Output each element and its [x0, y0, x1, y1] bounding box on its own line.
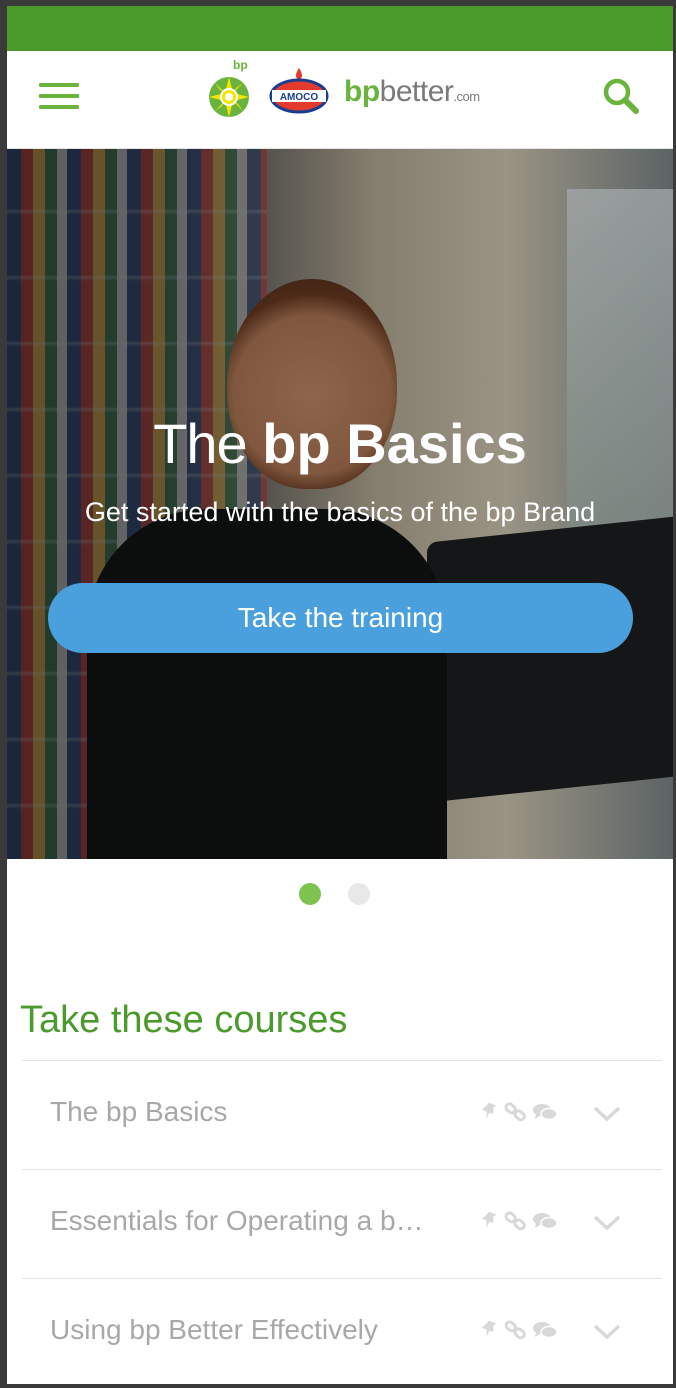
hero-title-light: The: [153, 412, 247, 475]
carousel-dot-1[interactable]: [299, 883, 321, 905]
menu-line: [39, 83, 79, 87]
app-frame: bp AMOCO bpbetter.com The bp Basics Get …: [7, 6, 673, 1384]
chevron-down-icon[interactable]: [592, 1321, 622, 1341]
courses-section-title: Take these courses: [20, 999, 348, 1041]
hamburger-menu-icon[interactable]: [39, 83, 79, 111]
course-row[interactable]: Using bp Better Effectively: [22, 1278, 662, 1384]
hero-subtitle: Get started with the basics of the bp Br…: [84, 497, 596, 527]
pin-icon[interactable]: [478, 1210, 498, 1232]
link-icon[interactable]: [504, 1319, 528, 1341]
pin-icon[interactable]: [478, 1319, 498, 1341]
bp-helios-logo[interactable]: bp: [207, 59, 257, 119]
pin-icon[interactable]: [478, 1101, 498, 1123]
hero-title-bold: bp Basics: [262, 412, 527, 475]
comments-icon[interactable]: [532, 1319, 558, 1341]
link-icon[interactable]: [504, 1210, 528, 1232]
bp-logo-text: bp: [233, 59, 248, 72]
course-row[interactable]: The bp Basics: [22, 1060, 662, 1169]
hero-title: The bp Basics: [7, 411, 673, 476]
menu-line: [39, 105, 79, 109]
site-name-bp: bp: [344, 75, 380, 108]
comments-icon[interactable]: [532, 1101, 558, 1123]
course-action-icons: [478, 1101, 568, 1125]
course-action-icons: [478, 1210, 568, 1234]
top-status-bar: [7, 6, 673, 51]
link-icon[interactable]: [504, 1101, 528, 1123]
amoco-logo-text: AMOCO: [280, 92, 319, 103]
chevron-down-icon[interactable]: [592, 1212, 622, 1232]
course-name: Using bp Better Effectively: [50, 1314, 378, 1345]
course-row[interactable]: Essentials for Operating a b…: [22, 1169, 662, 1278]
hero-banner: The bp Basics Get started with the basic…: [7, 149, 673, 859]
comments-icon[interactable]: [532, 1210, 558, 1232]
carousel-pagination: [7, 883, 673, 905]
take-training-button[interactable]: Take the training: [48, 583, 633, 653]
site-name-better: better: [379, 75, 454, 108]
course-action-icons: [478, 1319, 568, 1343]
menu-line: [39, 94, 79, 98]
search-icon[interactable]: [601, 76, 641, 116]
site-name-logo[interactable]: bpbetter.com: [344, 75, 480, 109]
carousel-dot-2[interactable]: [348, 883, 370, 905]
course-name: Essentials for Operating a b…: [50, 1205, 424, 1236]
course-name: The bp Basics: [50, 1096, 228, 1127]
course-list: The bp Basics Essentials for Operating a…: [22, 1060, 662, 1384]
amoco-logo[interactable]: AMOCO: [269, 66, 329, 114]
site-header: bp AMOCO bpbetter.com: [7, 51, 673, 149]
chevron-down-icon[interactable]: [592, 1103, 622, 1123]
site-name-tld: .com: [453, 89, 480, 104]
